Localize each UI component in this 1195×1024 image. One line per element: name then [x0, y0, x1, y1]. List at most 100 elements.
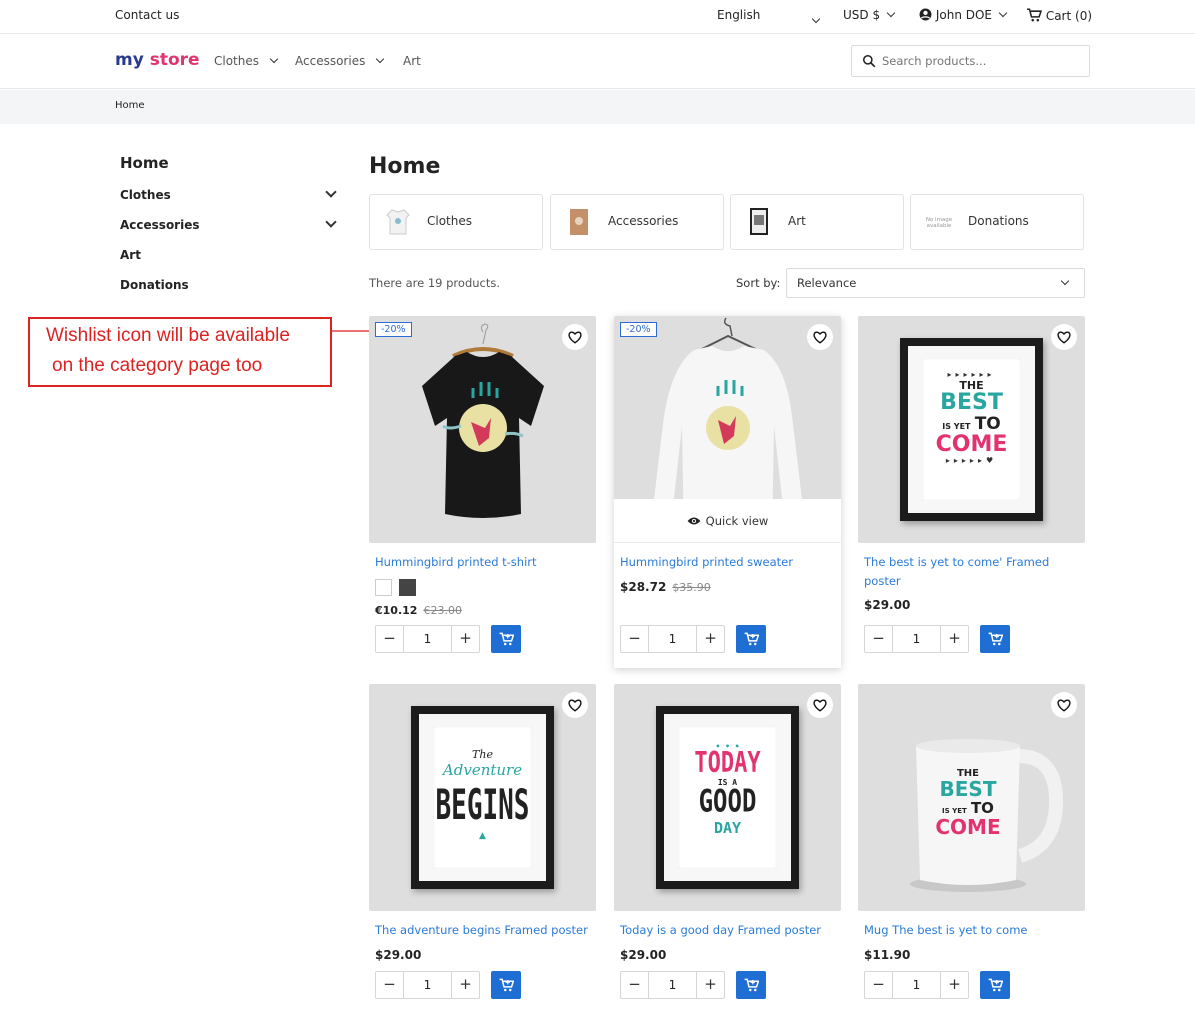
category-art[interactable]: Art: [730, 194, 904, 250]
sort-select[interactable]: Relevance: [786, 268, 1085, 298]
nav-accessories[interactable]: Accessories: [295, 54, 385, 68]
product-image[interactable]: ▸▸▸▸▸▸ THE BEST IS YET TO COME ▸▸▸▸▸♥: [858, 316, 1085, 543]
quantity-stepper[interactable]: −1 +: [375, 971, 480, 999]
decrease-button[interactable]: −: [621, 626, 649, 652]
wishlist-button[interactable]: [807, 324, 833, 350]
quantity-value[interactable]: 1: [893, 626, 940, 652]
wishlist-button[interactable]: [1051, 324, 1077, 350]
sidebar-item-accessories[interactable]: Accessories: [120, 218, 200, 232]
product-name[interactable]: The best is yet to come' Framed poster: [864, 553, 1079, 591]
product-card[interactable]: -20% Quick view Hummingbird printed swea…: [614, 316, 841, 668]
current-price: $28.72: [620, 580, 667, 594]
category-label: Clothes: [427, 214, 472, 228]
product-name[interactable]: Today is a good day Framed poster: [620, 921, 835, 940]
wishlist-button[interactable]: [562, 324, 588, 350]
product-card[interactable]: ▸▸▸▸▸▸ THE BEST IS YET TO COME ▸▸▸▸▸♥ Th…: [858, 316, 1085, 653]
poster-mat: The Adventure BEGINS ▲: [419, 714, 546, 881]
increase-button[interactable]: +: [940, 972, 968, 998]
quantity-value[interactable]: 1: [404, 626, 451, 652]
increase-button[interactable]: +: [451, 972, 479, 998]
product-name[interactable]: Mug The best is yet to come: [864, 921, 1079, 940]
add-to-cart-button[interactable]: [491, 971, 521, 999]
cart-add-icon: [988, 978, 1003, 992]
product-card[interactable]: THE BEST IS YET TO COME Mug The best is …: [858, 684, 1085, 999]
contact-link[interactable]: Contact us: [115, 8, 179, 22]
sidebar-item-clothes[interactable]: Clothes: [120, 188, 171, 202]
product-name[interactable]: Hummingbird printed sweater: [620, 553, 835, 572]
cart-add-icon: [499, 978, 514, 992]
product-price: $11.90: [864, 948, 910, 962]
product-image[interactable]: The Adventure BEGINS ▲: [369, 684, 596, 911]
product-image[interactable]: THE BEST IS YET TO COME: [858, 684, 1085, 911]
no-image-thumbnail: No image available: [925, 217, 953, 229]
sidebar-item-art[interactable]: Art: [120, 248, 141, 262]
currency-select[interactable]: USD $: [843, 8, 896, 22]
chevron-down-icon[interactable]: [325, 216, 337, 228]
add-to-cart-button[interactable]: [736, 971, 766, 999]
quantity-value[interactable]: 1: [404, 972, 451, 998]
quick-view-button[interactable]: Quick view: [614, 499, 841, 543]
breadcrumb[interactable]: Home: [115, 100, 145, 111]
cart-add-icon: [499, 632, 514, 646]
category-donations[interactable]: No image available Donations: [910, 194, 1084, 250]
product-name[interactable]: Hummingbird printed t-shirt: [375, 553, 590, 572]
chevron-down-icon[interactable]: [325, 186, 337, 198]
category-clothes[interactable]: Clothes: [369, 194, 543, 250]
nav-clothes[interactable]: Clothes: [214, 54, 279, 68]
increase-button[interactable]: +: [940, 626, 968, 652]
decrease-button[interactable]: −: [865, 626, 893, 652]
decrease-button[interactable]: −: [865, 972, 893, 998]
product-image[interactable]: -20%: [369, 316, 596, 543]
quantity-stepper[interactable]: −1 +: [620, 625, 725, 653]
wishlist-button[interactable]: [1051, 692, 1077, 718]
product-price: $29.00: [620, 948, 666, 962]
sidebar-title[interactable]: Home: [120, 154, 169, 172]
add-to-cart-button[interactable]: [491, 625, 521, 653]
search-icon: [862, 54, 876, 68]
sidebar-item-donations[interactable]: Donations: [120, 278, 189, 292]
category-accessories[interactable]: Accessories: [550, 194, 724, 250]
quantity-value[interactable]: 1: [649, 972, 696, 998]
decrease-button[interactable]: −: [376, 626, 404, 652]
art-text: Adventure: [442, 761, 523, 779]
increase-button[interactable]: +: [451, 626, 479, 652]
poster-art: • • • TODAY IS A GOOD DAY: [678, 726, 777, 869]
language-select[interactable]: English: [717, 8, 760, 22]
decrease-button[interactable]: −: [376, 972, 404, 998]
wishlist-button[interactable]: [562, 692, 588, 718]
product-image[interactable]: • • • TODAY IS A GOOD DAY: [614, 684, 841, 911]
quantity-stepper[interactable]: −1 +: [864, 971, 969, 999]
store-logo[interactable]: my store: [115, 50, 200, 70]
product-card[interactable]: • • • TODAY IS A GOOD DAY Today is a goo…: [614, 684, 841, 999]
user-menu[interactable]: John DOE: [919, 8, 1008, 22]
quantity-value[interactable]: 1: [893, 972, 940, 998]
search-input[interactable]: [882, 54, 1082, 68]
poster-frame: The Adventure BEGINS ▲: [411, 706, 554, 889]
add-to-cart-button[interactable]: [980, 625, 1010, 653]
increase-button[interactable]: +: [696, 972, 724, 998]
quantity-value[interactable]: 1: [649, 626, 696, 652]
decrease-button[interactable]: −: [621, 972, 649, 998]
user-icon: [919, 8, 932, 21]
discount-badge: -20%: [375, 322, 412, 337]
quantity-stepper[interactable]: −1 +: [375, 625, 480, 653]
color-swatch-black[interactable]: [399, 579, 416, 596]
art-text: The: [472, 748, 493, 761]
product-card[interactable]: The Adventure BEGINS ▲ The adventure beg…: [369, 684, 596, 999]
product-card[interactable]: -20% Hummingbird printed t-shirt €10.12 €…: [369, 316, 596, 653]
art-text: DAY: [713, 819, 742, 837]
quantity-stepper[interactable]: −1 +: [620, 971, 725, 999]
quantity-stepper[interactable]: −1 +: [864, 625, 969, 653]
old-price: €23.00: [423, 604, 462, 617]
add-to-cart-button[interactable]: [736, 625, 766, 653]
increase-button[interactable]: +: [696, 626, 724, 652]
color-swatch-white[interactable]: [375, 579, 392, 596]
product-image[interactable]: -20% Quick view: [614, 316, 841, 543]
product-name[interactable]: The adventure begins Framed poster: [375, 921, 590, 940]
nav-art[interactable]: Art: [403, 54, 421, 68]
add-to-cart-button[interactable]: [980, 971, 1010, 999]
cart-link[interactable]: Cart (0): [1026, 8, 1092, 23]
quick-view-label: Quick view: [705, 514, 769, 528]
wishlist-button[interactable]: [807, 692, 833, 718]
search-box[interactable]: [851, 45, 1090, 77]
